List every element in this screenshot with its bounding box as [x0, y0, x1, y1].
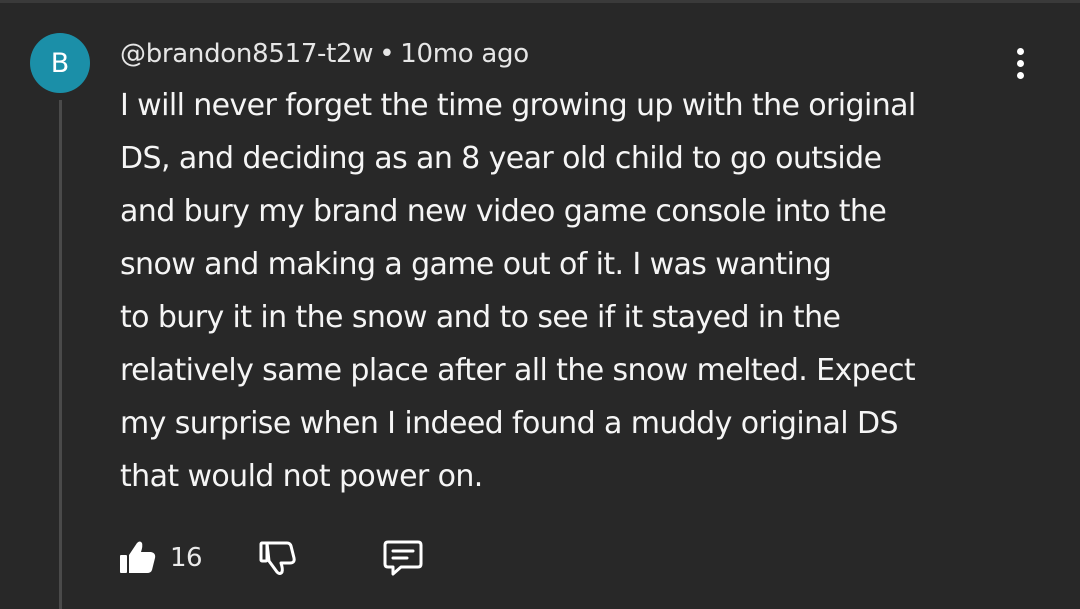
top-divider	[0, 0, 1080, 3]
more-vert-icon-dot	[1016, 59, 1024, 67]
reply-button[interactable]	[381, 533, 425, 583]
avatar-letter: B	[50, 47, 70, 79]
comment-timestamp: 10mo ago	[400, 39, 529, 69]
comment-line: my surprise when I indeed found a muddy …	[120, 406, 899, 441]
more-options-button[interactable]	[1004, 43, 1036, 83]
comment-text: I will never forget the time growing up …	[120, 79, 1020, 503]
comment-actions: 16	[118, 533, 458, 583]
comment-line: I will never forget the time growing up …	[120, 88, 916, 123]
comment-header: @brandon8517-t2w • 10mo ago	[120, 36, 529, 72]
comment-line: snow and making a game out of it. I was …	[120, 247, 832, 282]
like-count: 16	[170, 543, 203, 573]
comment-author[interactable]: @brandon8517-t2w	[120, 39, 374, 69]
comment-line: and bury my brand new video game console…	[120, 194, 887, 229]
more-vert-icon-dot	[1016, 71, 1024, 79]
comment-line: relatively same place after all the snow…	[120, 353, 916, 388]
avatar[interactable]: B	[30, 33, 90, 93]
more-vert-icon	[1016, 47, 1024, 55]
comment-reply-icon	[383, 540, 423, 576]
comment-line: that would not power on.	[120, 459, 483, 494]
thumbs-down-icon	[259, 541, 296, 575]
header-separator: •	[379, 39, 395, 69]
comment-screen: B @brandon8517-t2w • 10mo ago I will never…	[0, 0, 1080, 609]
dislike-button[interactable]	[258, 533, 298, 583]
thumbs-up-icon	[120, 541, 156, 573]
thread-line	[59, 100, 62, 609]
comment-line: DS, and deciding as an 8 year old child …	[120, 141, 882, 176]
like-button[interactable]: 16	[118, 533, 203, 583]
comment-line: to bury it in the snow and to see if it …	[120, 300, 841, 335]
